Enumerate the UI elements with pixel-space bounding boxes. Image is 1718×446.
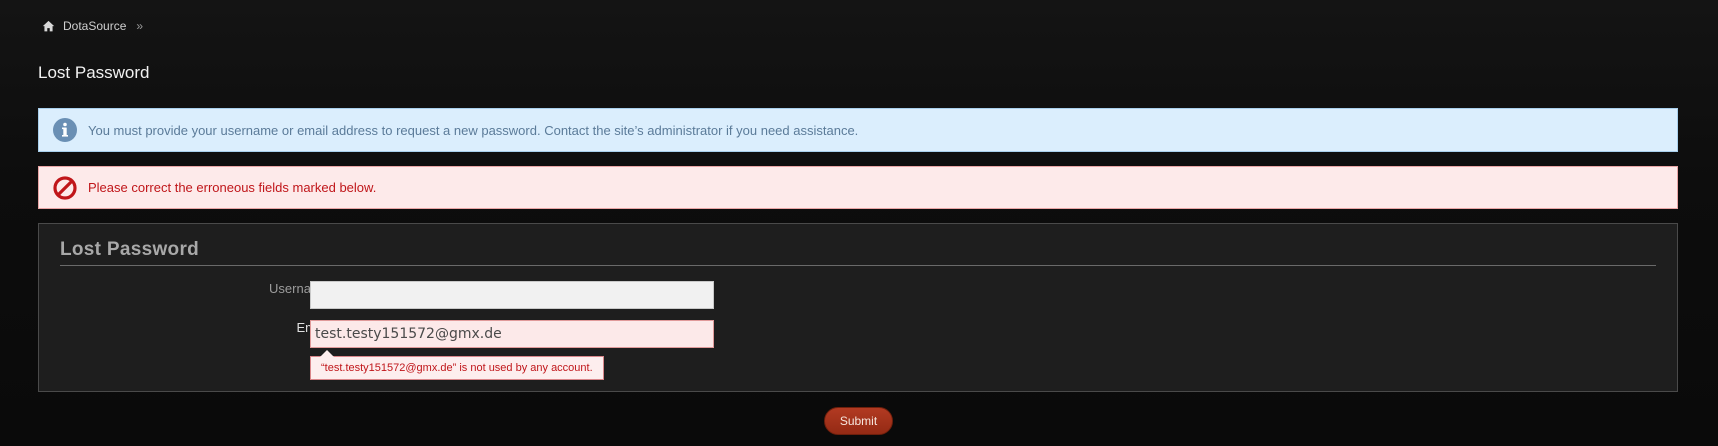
- info-icon: [53, 118, 77, 142]
- breadcrumb: DotaSource »: [42, 19, 143, 33]
- error-notice-text: Please correct the erroneous fields mark…: [88, 180, 377, 195]
- prohibited-icon: [53, 175, 77, 200]
- tooltip-arrow: [320, 350, 334, 357]
- lost-password-form: Lost Password Username Email “test.testy…: [38, 223, 1678, 392]
- legend-divider: [60, 265, 1656, 266]
- page-title: Lost Password: [38, 63, 150, 82]
- breadcrumb-home-link[interactable]: DotaSource: [63, 19, 126, 33]
- page: DotaSource » Lost Password You must prov…: [0, 0, 1718, 446]
- error-notice: Please correct the erroneous fields mark…: [38, 166, 1678, 209]
- username-input[interactable]: [310, 281, 714, 309]
- email-error-tooltip: “test.testy151572@gmx.de” is not used by…: [310, 350, 604, 380]
- breadcrumb-separator: »: [136, 19, 144, 33]
- email-input[interactable]: [310, 320, 714, 348]
- info-notice: You must provide your username or email …: [38, 108, 1678, 152]
- submit-button[interactable]: Submit: [824, 407, 893, 435]
- home-icon[interactable]: [42, 20, 55, 33]
- form-legend: Lost Password: [60, 239, 200, 260]
- email-error-text: “test.testy151572@gmx.de” is not used by…: [321, 362, 593, 374]
- info-notice-text: You must provide your username or email …: [88, 122, 859, 138]
